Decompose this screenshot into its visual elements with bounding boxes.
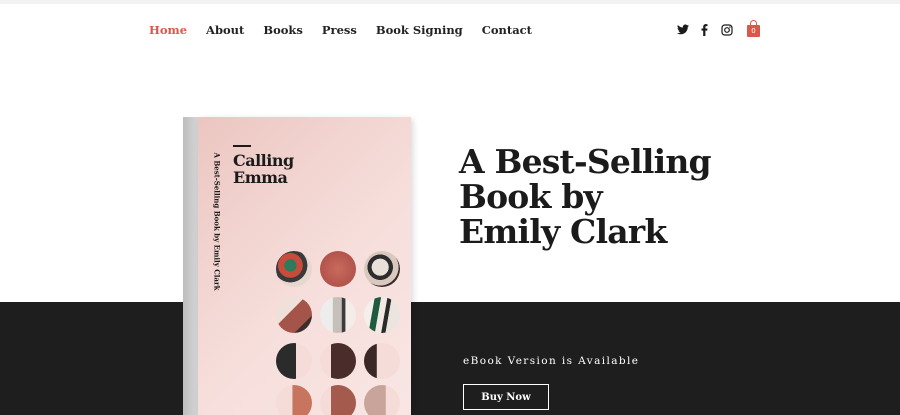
hero-line-3: Emily Clark xyxy=(459,212,667,251)
main-nav: Home About Books Press Book Signing Cont… xyxy=(149,23,532,37)
art-circle xyxy=(364,343,400,379)
art-circle xyxy=(276,297,312,333)
hero-line-1: A Best-Selling xyxy=(459,142,712,181)
book-title-line-1: Calling xyxy=(233,151,294,170)
cart-button[interactable]: 0 xyxy=(747,20,760,37)
nav-item-home[interactable]: Home xyxy=(149,23,187,37)
buy-now-button[interactable]: Buy Now xyxy=(463,384,549,410)
social-links xyxy=(676,23,733,36)
top-border xyxy=(0,0,900,4)
art-circle xyxy=(276,385,312,415)
cart-count: 0 xyxy=(751,27,756,35)
art-circle xyxy=(364,297,400,333)
art-circle xyxy=(364,385,400,415)
facebook-icon[interactable] xyxy=(698,23,711,36)
hero-line-2: Book by xyxy=(459,177,603,216)
book-title-line-2: Emma xyxy=(233,168,288,187)
book-spine xyxy=(183,117,198,415)
art-circle xyxy=(364,251,400,287)
nav-item-contact[interactable]: Contact xyxy=(482,23,532,37)
art-circle xyxy=(276,251,312,287)
ebook-notice: eBook Version is Available xyxy=(463,355,640,367)
nav-item-about[interactable]: About xyxy=(206,23,244,37)
art-circle xyxy=(320,297,356,333)
instagram-icon[interactable] xyxy=(720,23,733,36)
book-cover: Calling Emma A Best-Selling Book by Emil… xyxy=(198,117,411,415)
nav-item-press[interactable]: Press xyxy=(322,23,357,37)
art-circle xyxy=(276,343,312,379)
nav-item-books[interactable]: Books xyxy=(263,23,303,37)
dark-band xyxy=(0,302,900,415)
art-circle xyxy=(320,251,356,287)
hero-heading: A Best-Selling Book by Emily Clark xyxy=(459,142,712,251)
book-title: Calling Emma xyxy=(233,152,323,186)
book-side-text: A Best-Selling Book by Emily Clark xyxy=(212,152,222,291)
art-circle xyxy=(320,385,356,415)
art-circle xyxy=(320,343,356,379)
nav-item-book-signing[interactable]: Book Signing xyxy=(376,23,463,37)
title-bar xyxy=(233,145,251,147)
twitter-icon[interactable] xyxy=(676,23,689,36)
